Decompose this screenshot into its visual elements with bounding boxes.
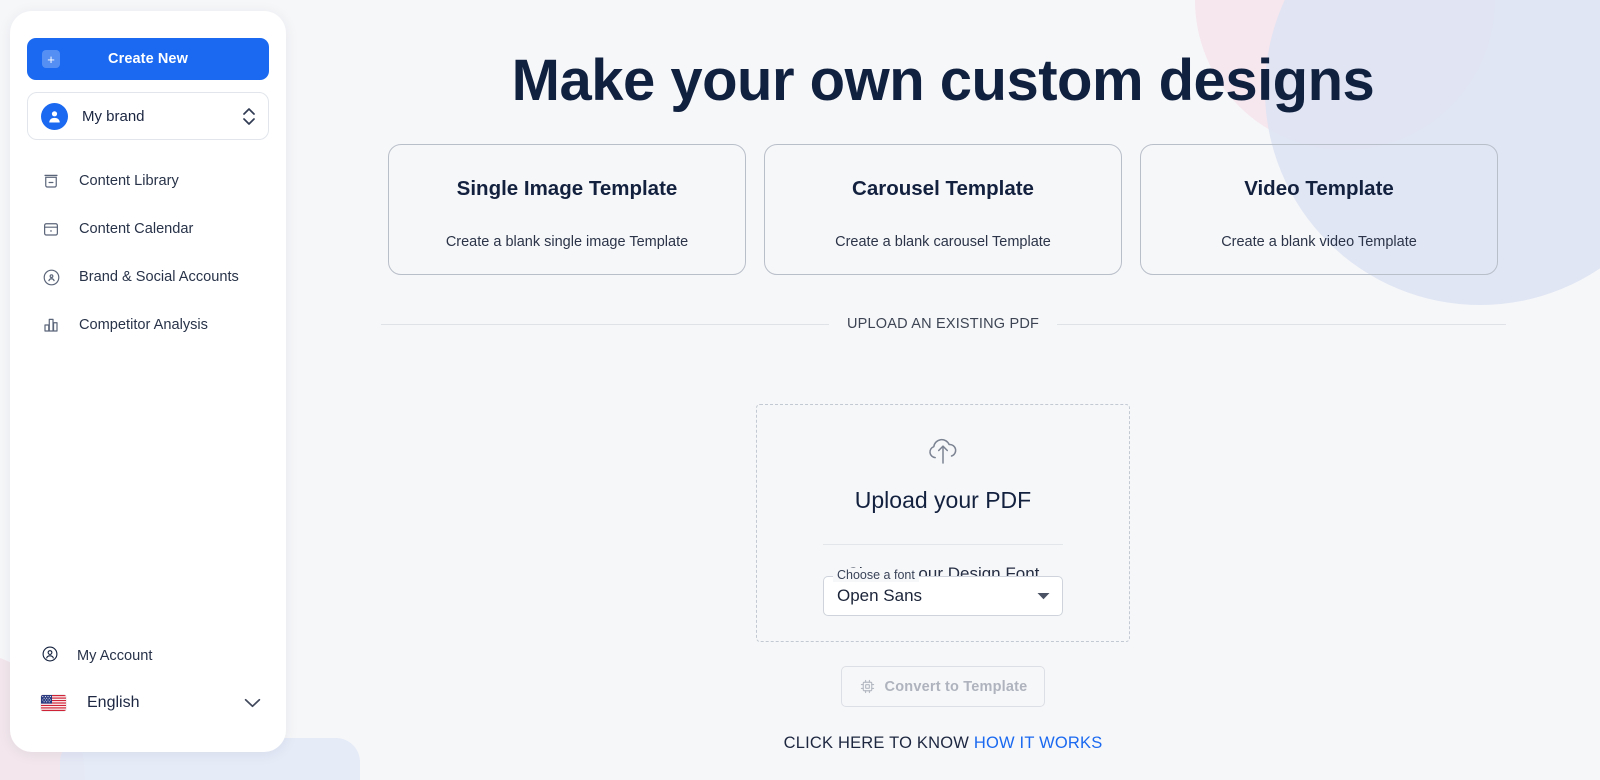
- create-new-label: Create New: [108, 51, 188, 67]
- pdf-dropzone[interactable]: Upload your PDF Choose your Design Font …: [756, 404, 1130, 642]
- bar-chart-icon: [41, 315, 61, 335]
- template-card-title: Video Template: [1244, 177, 1394, 200]
- calendar-icon: [41, 219, 61, 239]
- chevron-down-icon: [244, 698, 261, 708]
- template-card-video[interactable]: Video Template Create a blank video Temp…: [1140, 144, 1498, 275]
- sidebar-item-label: Competitor Analysis: [79, 317, 208, 333]
- sidebar-item-brand-social-accounts[interactable]: Brand & Social Accounts: [27, 253, 269, 301]
- brand-selector[interactable]: My brand: [27, 92, 269, 140]
- brand-name-label: My brand: [82, 107, 145, 125]
- user-circle-icon: [41, 645, 59, 668]
- broadcast-icon: [41, 267, 61, 287]
- template-card-subtitle: Create a blank video Template: [1221, 234, 1417, 250]
- convert-button-label: Convert to Template: [884, 678, 1028, 695]
- font-select[interactable]: Open Sans: [823, 576, 1063, 616]
- sidebar-bottom-section: My Account English: [10, 634, 286, 752]
- template-card-title: Single Image Template: [456, 177, 678, 200]
- caret-down-icon: [1037, 587, 1050, 605]
- divider-line-left: [380, 323, 829, 325]
- library-icon: [41, 171, 61, 191]
- sidebar-item-label: My Account: [77, 648, 153, 664]
- template-card-title: Carousel Template: [852, 177, 1034, 200]
- dropzone-separator: [823, 544, 1063, 545]
- template-card-subtitle: Create a blank single image Template: [445, 234, 689, 250]
- upload-title: Upload your PDF: [854, 487, 1032, 513]
- us-flag-icon: [41, 695, 66, 711]
- how-it-works-prefix: CLICK HERE TO KNOW: [783, 734, 970, 752]
- chip-icon: [859, 678, 876, 695]
- template-card-subtitle: Create a blank carousel Template: [835, 234, 1051, 250]
- person-avatar-icon: [41, 102, 68, 130]
- cloud-upload-icon: [923, 433, 963, 470]
- template-card-single-image[interactable]: Single Image Template Create a blank sin…: [388, 144, 746, 275]
- font-select-value: Open Sans: [837, 586, 923, 605]
- sidebar-top-section: + Create New My brand Content Library Co…: [10, 11, 286, 349]
- main-content: Make your own custom designs Single Imag…: [286, 0, 1600, 780]
- sidebar-item-content-library[interactable]: Content Library: [27, 157, 269, 205]
- sidebar-item-label: Content Library: [79, 173, 179, 189]
- convert-to-template-button[interactable]: Convert to Template: [841, 666, 1045, 707]
- language-label: English: [87, 694, 140, 711]
- sidebar-item-my-account[interactable]: My Account: [27, 634, 269, 678]
- plus-icon: +: [42, 50, 60, 68]
- chevron-up-down-icon: [243, 107, 255, 125]
- divider-line-right: [1057, 323, 1506, 325]
- sidebar-item-competitor-analysis[interactable]: Competitor Analysis: [27, 301, 269, 349]
- divider-label: UPLOAD AN EXISTING PDF: [846, 316, 1040, 332]
- sidebar-nav: Content Library Content Calendar Brand &…: [27, 157, 269, 349]
- font-select-wrapper: Open Sans Choose a font: [823, 568, 1063, 616]
- how-it-works-footer: CLICK HERE TO KNOW HOW IT WORKS: [286, 734, 1600, 753]
- sidebar-item-label: Brand & Social Accounts: [79, 269, 239, 285]
- sidebar: + Create New My brand Content Library Co…: [10, 11, 286, 752]
- font-field-label: Choose a font: [833, 568, 919, 582]
- upload-pdf-divider: UPLOAD AN EXISTING PDF: [380, 316, 1506, 332]
- how-it-works-link[interactable]: HOW IT WORKS: [974, 734, 1103, 752]
- sidebar-item-label: Content Calendar: [79, 221, 194, 237]
- create-new-button[interactable]: + Create New: [27, 38, 269, 80]
- page-title: Make your own custom designs: [511, 48, 1375, 113]
- template-cards: Single Image Template Create a blank sin…: [388, 144, 1498, 275]
- sidebar-item-content-calendar[interactable]: Content Calendar: [27, 205, 269, 253]
- language-selector[interactable]: English: [27, 680, 269, 726]
- template-card-carousel[interactable]: Carousel Template Create a blank carouse…: [764, 144, 1122, 275]
